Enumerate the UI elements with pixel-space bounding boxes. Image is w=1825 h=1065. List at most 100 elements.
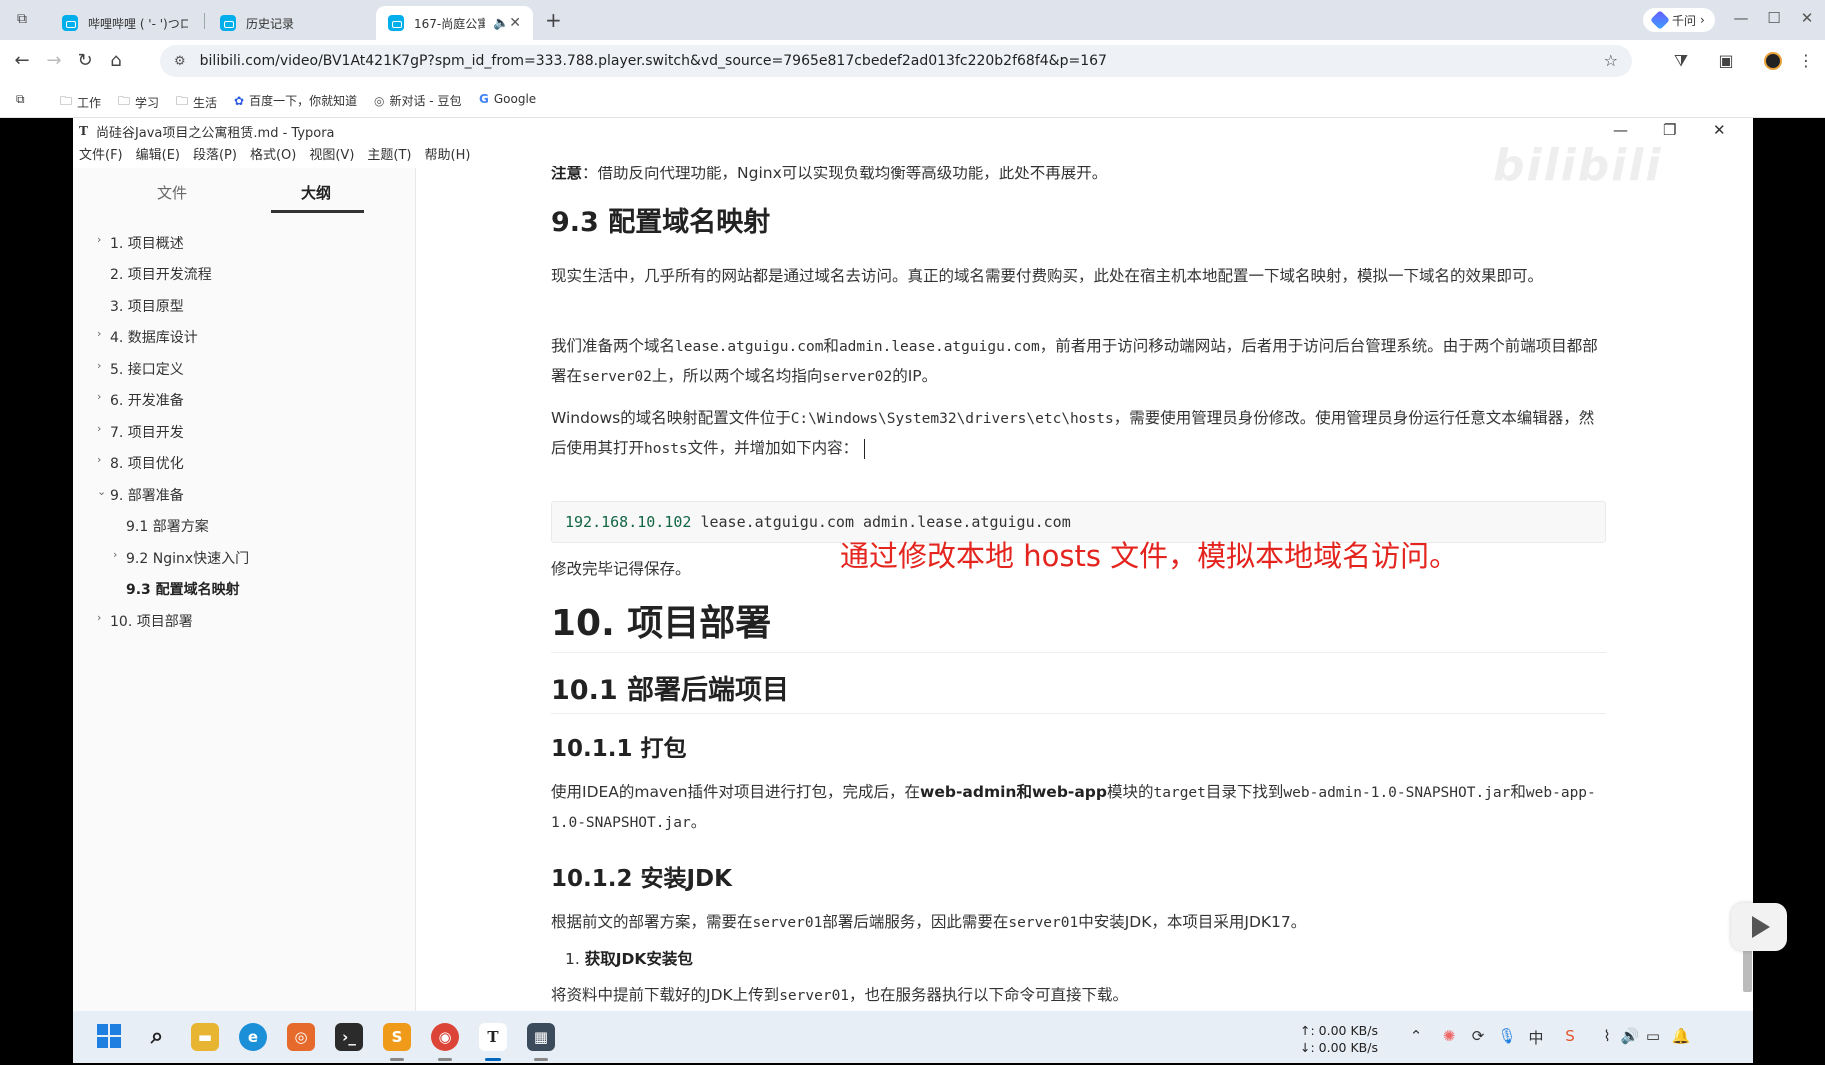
close-window-icon[interactable]: ✕ (1797, 9, 1817, 27)
chevron-right-icon[interactable]: › (97, 233, 101, 246)
site-info-icon[interactable]: ⚙ (174, 54, 186, 69)
apps-icon[interactable]: ⧉ (16, 92, 25, 107)
wps-icon[interactable]: S (1560, 1027, 1580, 1045)
close-icon[interactable]: ✕ (509, 15, 521, 31)
address-bar[interactable]: ⚙ ☆ (160, 45, 1632, 77)
maximize-icon[interactable]: ☐ (1764, 9, 1784, 27)
menu-format[interactable]: 格式(O) (250, 144, 296, 166)
chevron-up-icon[interactable]: ⌃ (1406, 1027, 1426, 1045)
battery-icon[interactable]: ▭ (1643, 1027, 1663, 1045)
home-icon[interactable]: ⌂ (104, 49, 128, 73)
qianwen-label: 千问 (1672, 13, 1697, 28)
chevron-right-icon[interactable]: › (97, 359, 101, 372)
chevron-right-icon[interactable]: › (97, 611, 101, 624)
bookmark-star-icon[interactable]: ☆ (1604, 51, 1618, 70)
new-tab-button[interactable]: + (545, 8, 562, 32)
tab-label: 167-尚庭公寓 (414, 16, 486, 31)
minimize-icon[interactable]: — (1731, 9, 1751, 27)
sidebar-tabs: 文件 大纲 (73, 168, 416, 214)
tab-outline[interactable]: 大纲 (301, 182, 331, 203)
outline-item[interactable]: › 9.2 Nginx快速入门 (113, 548, 249, 568)
remote-desktop-icon[interactable]: ▦ (527, 1023, 555, 1051)
menu-help[interactable]: 帮助(H) (425, 144, 471, 166)
terminal-icon[interactable]: ›_ (335, 1023, 363, 1051)
outline-item[interactable]: › 7. 项目开发 (97, 422, 184, 442)
qianwen-button[interactable]: 千问 › (1643, 8, 1715, 32)
editor-pane[interactable]: 注意：借助反向代理功能，Nginx可以实现负载均衡等高级功能，此处不再展开。 9… (417, 166, 1753, 1011)
edge-icon[interactable]: e (239, 1023, 267, 1051)
typora-menubar: 文件(F) 编辑(E) 段落(P) 格式(O) 视图(V) 主题(T) 帮助(H… (73, 144, 483, 166)
reload-icon[interactable]: ↻ (73, 49, 97, 73)
bookmark-google[interactable]: G Google (479, 92, 536, 106)
app-icon[interactable]: ◎ (287, 1023, 315, 1051)
tab-search-icon[interactable]: ⧉ (12, 11, 32, 29)
speaker-icon[interactable]: 🔈 (493, 16, 509, 31)
notification-icon[interactable]: 🔔 (1671, 1027, 1691, 1045)
tab-files[interactable]: 文件 (157, 182, 187, 203)
chevron-right-icon[interactable]: › (97, 453, 101, 466)
bookmark-folder-work[interactable]: 🗀 工作 (60, 92, 101, 113)
menu-theme[interactable]: 主题(T) (367, 144, 411, 166)
running-indicator (534, 1058, 548, 1061)
tray-app-icon[interactable]: ✺ (1439, 1027, 1459, 1045)
menu-view[interactable]: 视图(V) (309, 144, 354, 166)
outline-item[interactable]: › 1. 项目概述 (97, 233, 184, 253)
restore-icon[interactable]: ❐ (1663, 121, 1676, 139)
chevron-down-icon[interactable]: ⌄ (97, 485, 106, 498)
chrome-icon[interactable]: ◉ (431, 1023, 459, 1051)
tab-label: 哔哩哔哩 ( '- ')つロ (88, 16, 188, 31)
outline-item[interactable]: 2. 项目开发流程 (110, 264, 212, 284)
active-indicator (485, 1058, 501, 1061)
outline-item[interactable]: ⌄ 9. 部署准备 (97, 485, 184, 505)
close-window-icon[interactable]: ✕ (1713, 121, 1726, 139)
menu-dots-icon[interactable]: ⋮ (1795, 51, 1817, 70)
extensions-icon[interactable]: ⧩ (1670, 51, 1692, 71)
volume-icon[interactable]: 🔊 (1620, 1027, 1640, 1045)
menu-paragraph[interactable]: 段落(P) (193, 144, 237, 166)
sync-icon[interactable]: ⟳ (1468, 1027, 1488, 1045)
menu-edit[interactable]: 编辑(E) (136, 144, 180, 166)
bookmark-doubao[interactable]: ◎ 新对话 - 豆包 (374, 92, 461, 109)
outline-item[interactable]: › 5. 接口定义 (97, 359, 184, 379)
note-paragraph: 注意：借助反向代理功能，Nginx可以实现负载均衡等高级功能，此处不再展开。 (551, 166, 1108, 182)
bookmark-folder-study[interactable]: 🗀 学习 (118, 92, 159, 113)
media-icon[interactable]: ▣ (1715, 51, 1737, 70)
bookmark-baidu[interactable]: ✿ 百度一下，你就知道 (234, 92, 357, 109)
tab-video-active[interactable]: 167-尚庭公寓 🔈 ✕ (376, 6, 533, 40)
url-input[interactable] (199, 53, 1500, 69)
sublime-icon[interactable]: S (383, 1023, 411, 1051)
chevron-right-icon[interactable]: › (113, 548, 117, 561)
outline-item[interactable]: › 4. 数据库设计 (97, 327, 198, 347)
profile-avatar[interactable] (1764, 52, 1782, 70)
tab-history[interactable]: 历史记录 (208, 6, 373, 40)
microphone-icon[interactable]: 🎙 (1497, 1027, 1517, 1045)
outline-item[interactable]: › 6. 开发准备 (97, 390, 184, 410)
outline-item[interactable]: 9.1 部署方案 (126, 516, 209, 536)
tab-underline (271, 210, 364, 213)
bookmark-folder-life[interactable]: 🗀 生活 (176, 92, 217, 113)
tab-divider (204, 13, 205, 29)
paragraph: 现实生活中，几乎所有的网站都是通过域名去访问。真正的域名需要付费购买，此处在宿主… (551, 267, 1544, 285)
typora-icon[interactable]: T (479, 1023, 507, 1051)
file-explorer-icon[interactable]: ▬ (191, 1023, 219, 1051)
back-icon[interactable]: ← (10, 49, 34, 73)
paragraph: 使用IDEA的maven插件对项目进行打包，完成后，在web-admin和web… (551, 783, 1596, 831)
minimize-icon[interactable]: — (1613, 121, 1628, 139)
windows-start-icon[interactable] (95, 1023, 123, 1051)
forward-icon[interactable]: → (42, 49, 66, 73)
outline-item[interactable]: 3. 项目原型 (110, 296, 184, 316)
outline-item[interactable]: › 10. 项目部署 (97, 611, 193, 631)
search-icon[interactable]: ⌕ (143, 1023, 171, 1051)
wifi-icon[interactable]: ⌇ (1597, 1027, 1617, 1045)
chevron-right-icon[interactable]: › (97, 390, 101, 403)
chevron-right-icon[interactable]: › (97, 422, 101, 435)
outline-item[interactable]: › 8. 项目优化 (97, 453, 184, 473)
outline-item-active[interactable]: 9.3 配置域名映射 (126, 579, 240, 599)
menu-file[interactable]: 文件(F) (79, 144, 123, 166)
input-method-icon[interactable]: 中 (1526, 1027, 1546, 1048)
play-button[interactable] (1731, 903, 1787, 951)
tab-bilibili[interactable]: 哔哩哔哩 ( '- ')つロ (50, 6, 200, 40)
paragraph: 将资料中提前下载好的JDK上传到server01，也在服务器执行以下命令可直接下… (551, 986, 1129, 1004)
chevron-right-icon[interactable]: › (97, 327, 101, 340)
net-download: ↓: 0.00 KB/s (1300, 1040, 1378, 1055)
